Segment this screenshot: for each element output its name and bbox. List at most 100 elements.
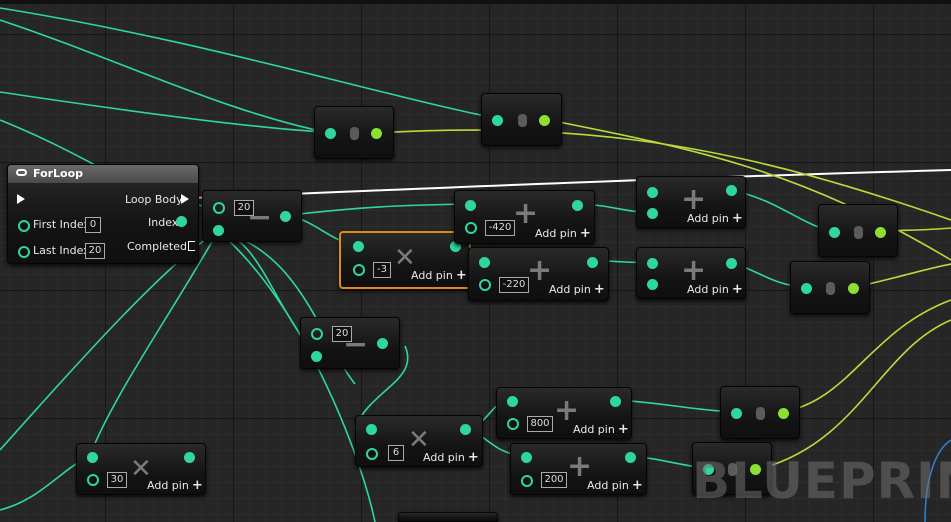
add-node[interactable]: -420 + Add pin +	[454, 190, 595, 244]
multiply-b-value[interactable]: 6	[388, 445, 404, 461]
input-pin[interactable]	[311, 328, 323, 340]
input-pin[interactable]	[647, 258, 658, 269]
output-pin[interactable]	[572, 200, 583, 211]
add-pin-button[interactable]: Add pin +	[687, 282, 743, 297]
input-pin[interactable]	[479, 257, 490, 268]
add-pin-button[interactable]: Add pin +	[535, 226, 591, 241]
output-pin[interactable]	[778, 408, 789, 419]
input-pin[interactable]	[829, 227, 840, 238]
add-pin-label: Add pin	[535, 227, 577, 240]
add-pin-button[interactable]: Add pin +	[687, 211, 743, 226]
subtract-node[interactable]: 20 −	[202, 190, 302, 242]
multiply-node[interactable]: 6 ✕ Add pin +	[355, 415, 483, 467]
input-pin[interactable]	[731, 408, 742, 419]
input-pin[interactable]	[353, 264, 365, 276]
plus-icon: +	[467, 450, 479, 465]
add-pin-label: Add pin	[687, 283, 729, 296]
output-pin[interactable]	[539, 115, 550, 126]
input-pin[interactable]	[647, 208, 658, 219]
blueprint-graph[interactable]: ForLoop First Index 0 Last Index 20 Loop…	[0, 0, 951, 522]
input-pin[interactable]	[366, 424, 377, 435]
input-pin[interactable]	[353, 241, 364, 252]
make-vector-node[interactable]	[790, 261, 870, 314]
node-center-icon	[518, 114, 527, 127]
multiply-node[interactable]: 30 ✕ Add pin +	[76, 443, 206, 495]
output-pin[interactable]	[848, 283, 859, 294]
index-out-pin[interactable]	[176, 216, 187, 227]
add-node[interactable]: 800 + Add pin +	[496, 387, 632, 439]
subtract-node[interactable]: 20 −	[300, 317, 400, 369]
last-index-value[interactable]: 20	[85, 243, 105, 259]
add-node[interactable]: -220 + Add pin +	[468, 247, 609, 301]
output-pin[interactable]	[184, 452, 195, 463]
output-pin[interactable]	[460, 424, 471, 435]
float-wire	[0, 91, 326, 133]
add-pin-label: Add pin	[423, 451, 465, 464]
add-pin-label: Add pin	[573, 423, 615, 436]
multiply-c-value[interactable]: 30	[107, 472, 127, 488]
add-node[interactable]: 200 + Add pin +	[510, 443, 647, 495]
input-pin[interactable]	[213, 202, 225, 214]
output-pin[interactable]	[280, 211, 291, 222]
add-pin-button[interactable]: Add pin +	[573, 422, 629, 437]
add-d-value[interactable]: 200	[541, 472, 567, 488]
input-pin[interactable]	[87, 474, 99, 486]
output-pin[interactable]	[377, 338, 388, 349]
exec-in-pin[interactable]	[17, 194, 25, 204]
plus-icon: +	[455, 268, 467, 283]
add-pin-button[interactable]: Add pin +	[587, 478, 643, 493]
make-vector-node[interactable]	[720, 386, 800, 439]
input-pin[interactable]	[311, 351, 322, 362]
make-vector-node[interactable]	[818, 204, 898, 257]
input-pin[interactable]	[465, 222, 477, 234]
add-pin-button[interactable]: Add pin +	[411, 268, 467, 283]
output-pin[interactable]	[875, 227, 886, 238]
output-pin[interactable]	[726, 258, 737, 269]
input-pin[interactable]	[492, 115, 503, 126]
make-vector-node[interactable]	[314, 106, 394, 159]
output-pin[interactable]	[625, 452, 636, 463]
loop-body-pin[interactable]	[181, 194, 189, 204]
make-vector-node[interactable]	[481, 93, 562, 146]
add-pin-button[interactable]: Add pin +	[147, 478, 203, 493]
input-pin[interactable]	[521, 452, 532, 463]
output-pin[interactable]	[726, 185, 737, 196]
last-index-pin[interactable]	[18, 246, 30, 258]
node-center-icon	[826, 282, 835, 295]
input-pin[interactable]	[479, 279, 491, 291]
input-pin[interactable]	[366, 448, 378, 460]
input-pin[interactable]	[465, 200, 476, 211]
input-pin[interactable]	[647, 279, 658, 290]
output-pin[interactable]	[371, 128, 382, 139]
add-node[interactable]: + Add pin +	[636, 176, 746, 228]
add-a-value[interactable]: -420	[485, 220, 515, 236]
first-index-label: First Index	[33, 218, 90, 231]
plus-icon: +	[731, 211, 743, 226]
first-index-pin[interactable]	[18, 220, 30, 232]
completed-pin[interactable]	[188, 241, 196, 251]
output-pin[interactable]	[610, 396, 621, 407]
add-b-value[interactable]: -220	[499, 277, 529, 293]
add-pin-label: Add pin	[147, 479, 189, 492]
add-pin-button[interactable]: Add pin +	[423, 450, 479, 465]
input-pin[interactable]	[87, 452, 98, 463]
input-pin[interactable]	[647, 187, 658, 198]
add-node[interactable]: + Add pin +	[636, 247, 746, 299]
input-pin[interactable]	[507, 418, 519, 430]
add-pin-button[interactable]: Add pin +	[549, 282, 605, 297]
add-c-value[interactable]: 800	[527, 416, 553, 432]
forloop-node[interactable]: ForLoop First Index 0 Last Index 20 Loop…	[7, 164, 199, 264]
input-pin[interactable]	[325, 128, 336, 139]
input-pin[interactable]	[521, 475, 533, 487]
partial-node[interactable]	[398, 512, 498, 522]
first-index-value[interactable]: 0	[85, 217, 101, 233]
input-pin[interactable]	[213, 225, 224, 236]
subtract-symbol: −	[247, 200, 273, 235]
plus-icon: +	[617, 422, 629, 437]
multiply-a-value[interactable]: -3	[373, 262, 391, 278]
output-pin[interactable]	[587, 257, 598, 268]
multiply-node[interactable]: -3 ✕ Add pin +	[339, 231, 471, 289]
float-wire	[89, 230, 219, 457]
input-pin[interactable]	[507, 396, 518, 407]
input-pin[interactable]	[801, 283, 812, 294]
